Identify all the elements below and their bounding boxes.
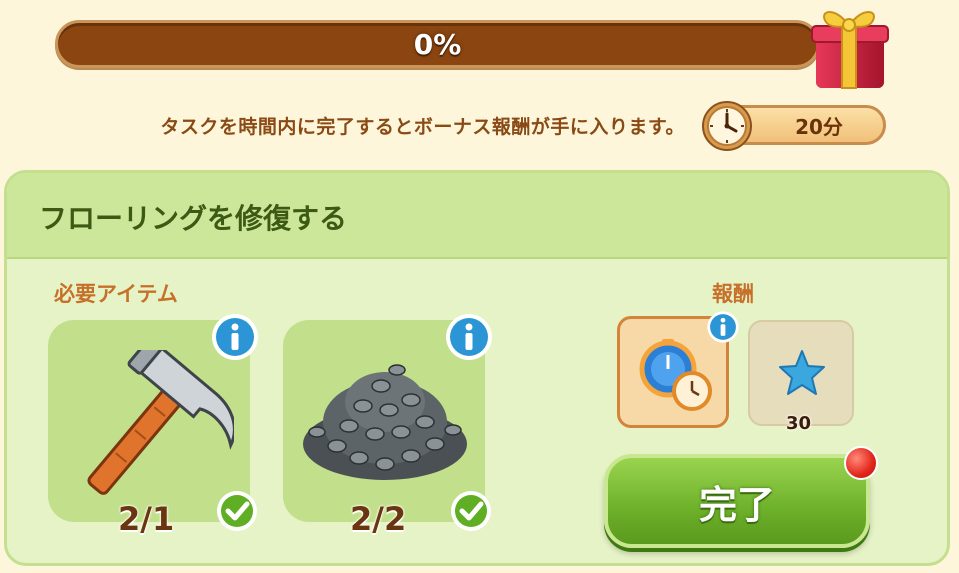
reward-slot-blue-star[interactable] bbox=[748, 320, 854, 426]
progress-bar: 0% bbox=[55, 20, 820, 68]
info-icon[interactable] bbox=[444, 312, 494, 362]
gift-box-icon[interactable] bbox=[806, 0, 892, 92]
screws-icon bbox=[303, 364, 467, 480]
progress-percent: 0% bbox=[413, 27, 462, 61]
notification-dot bbox=[844, 446, 878, 480]
checkmark-icon bbox=[217, 491, 257, 531]
item-count-screws: 2/2 bbox=[350, 500, 407, 538]
task-title: フローリングを修復する bbox=[39, 202, 348, 235]
reward-count-star: 30 bbox=[786, 413, 812, 434]
info-icon[interactable] bbox=[706, 310, 740, 344]
reward-label: 報酬 bbox=[712, 282, 754, 306]
star-icon bbox=[779, 350, 825, 395]
required-items-label: 必要アイテム bbox=[54, 282, 178, 306]
checkmark-icon bbox=[451, 491, 491, 531]
bonus-description: タスクを時間内に完了するとボーナス報酬が手に入ります。 bbox=[160, 116, 685, 138]
hammer-icon bbox=[87, 350, 234, 495]
complete-button[interactable]: 完了 bbox=[604, 454, 870, 548]
item-count-hammer: 2/1 bbox=[118, 500, 175, 538]
info-icon[interactable] bbox=[210, 312, 260, 362]
timer-value: 20分 bbox=[795, 114, 843, 139]
clock-icon bbox=[702, 101, 752, 151]
task-header: フローリングを修復する bbox=[7, 173, 947, 259]
